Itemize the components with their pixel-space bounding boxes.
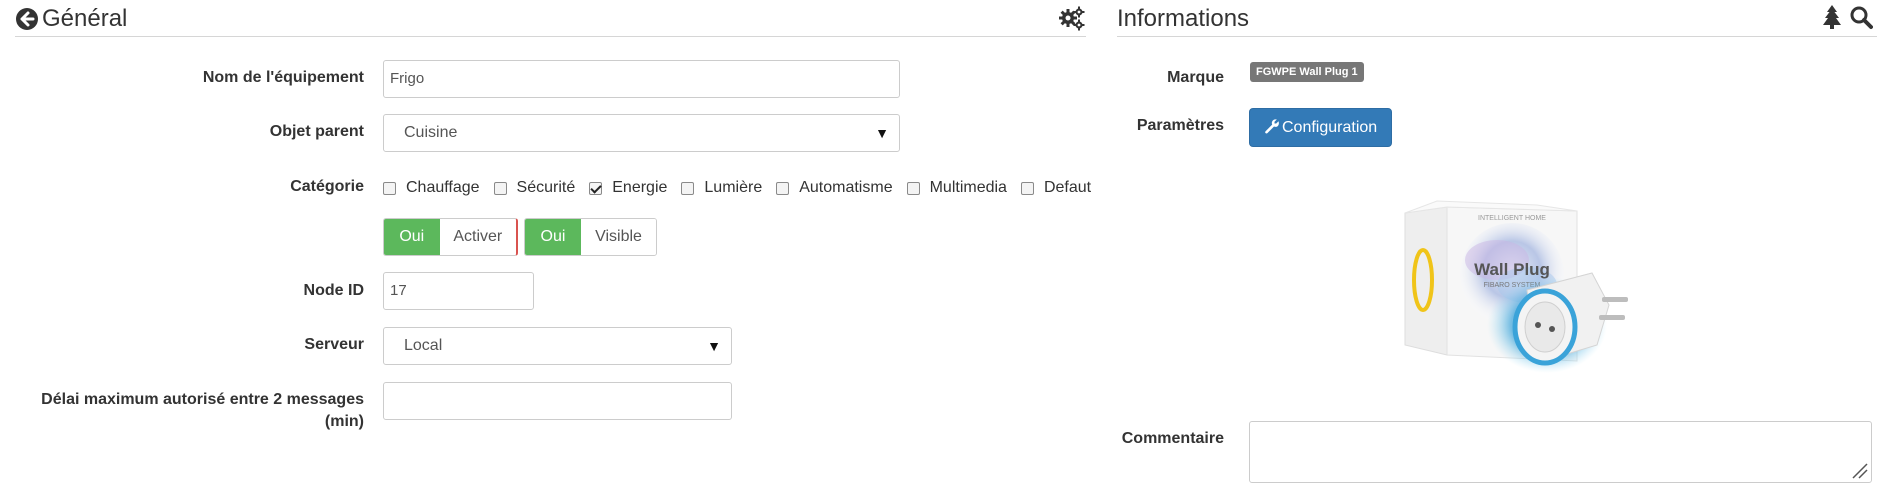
visible-toggle[interactable]: Oui Visible [524, 218, 657, 256]
server-select[interactable]: Local ▼ [383, 327, 732, 365]
delay-label: Délai maximum autorisé entre 2 messages … [24, 389, 364, 433]
server-label: Serveur [304, 336, 364, 353]
arrow-circle-left-icon[interactable] [15, 4, 43, 32]
parent-select[interactable]: Cuisine ▼ [383, 114, 900, 152]
resize-grip-icon[interactable] [1849, 460, 1869, 480]
category-multimedia[interactable]: Multimedia [906, 179, 1007, 197]
delay-label-line2: (min) [324, 413, 364, 430]
checkbox-checked[interactable] [589, 181, 603, 195]
category-label-text: Lumière [704, 179, 763, 196]
category-label-text: Energie [612, 179, 668, 196]
checkbox[interactable] [906, 181, 920, 195]
delay-label-line1: Délai maximum autorisé entre 2 messages [41, 391, 364, 408]
name-input[interactable]: Frigo [383, 60, 900, 98]
info-title: Informations [1117, 5, 1250, 32]
category-label-text: Sécurité [516, 179, 576, 196]
search-icon[interactable] [1849, 4, 1877, 32]
name-label: Nom de l'équipement [202, 69, 364, 86]
general-legend: Général [15, 0, 1086, 37]
info-panel: Informations Marque FGWPE Wall Plug 1 Pa… [1117, 0, 1877, 499]
general-title: Général [42, 5, 128, 32]
comment-textarea[interactable] [1249, 421, 1872, 483]
category-label-text: Automatisme [799, 179, 893, 196]
category-defaut[interactable]: Defaut [1020, 179, 1092, 197]
visible-toggle-off[interactable]: Visible [581, 219, 656, 255]
configuration-button[interactable]: Configuration [1249, 108, 1392, 147]
general-panel: Général Nom de l'équipement Frigo Objet … [15, 0, 1091, 499]
enable-toggle-on[interactable]: Oui [384, 219, 440, 255]
wrench-icon [1265, 119, 1279, 134]
parent-label: Objet parent [269, 123, 364, 140]
enable-toggle-off[interactable]: Activer [439, 219, 516, 255]
tree-icon[interactable] [1821, 4, 1849, 32]
category-label: Catégorie [290, 178, 364, 195]
category-automatisme[interactable]: Automatisme [776, 179, 893, 197]
caret-down-icon: ▼ [875, 125, 889, 141]
category-chauffage[interactable]: Chauffage [383, 179, 480, 197]
category-label-text: Multimedia [929, 179, 1007, 196]
category-securite[interactable]: Sécurité [493, 179, 576, 197]
checkbox[interactable] [1020, 181, 1034, 195]
brand-label: Marque [1167, 69, 1224, 86]
info-legend: Informations [1117, 0, 1877, 37]
comment-label: Commentaire [1121, 430, 1224, 447]
enable-toggle[interactable]: Oui Activer [383, 218, 518, 256]
server-select-value: Local [404, 337, 443, 354]
delay-input[interactable] [383, 382, 732, 420]
category-label-text: Chauffage [406, 179, 480, 196]
caret-down-icon: ▼ [707, 338, 721, 354]
product-box-top-text: INTELLIGENT HOME [1478, 215, 1546, 222]
product-image: INTELLIGENT HOME Wall Plug FIBARO SYSTEM [1387, 165, 1667, 400]
params-label: Paramètres [1136, 117, 1224, 134]
node-id-input[interactable]: 17 [383, 272, 534, 310]
category-lumiere[interactable]: Lumière [681, 179, 762, 197]
gears-icon[interactable] [1058, 4, 1086, 32]
checkbox[interactable] [493, 181, 507, 195]
checkbox[interactable] [383, 181, 396, 195]
checkbox[interactable] [776, 181, 790, 195]
category-energie[interactable]: Energie [589, 179, 667, 197]
visible-toggle-on[interactable]: Oui [525, 219, 581, 255]
category-label-text: Defaut [1043, 179, 1092, 196]
brand-badge: FGWPE Wall Plug 1 [1250, 62, 1364, 82]
node-id-label: Node ID [303, 282, 364, 299]
category-checkboxes: Chauffage Sécurité Energie Lumière Autom… [383, 176, 1091, 200]
product-box-title: Wall Plug [1474, 260, 1550, 279]
configuration-button-label: Configuration [1282, 119, 1378, 136]
checkbox[interactable] [681, 181, 695, 195]
parent-select-value: Cuisine [404, 124, 458, 141]
